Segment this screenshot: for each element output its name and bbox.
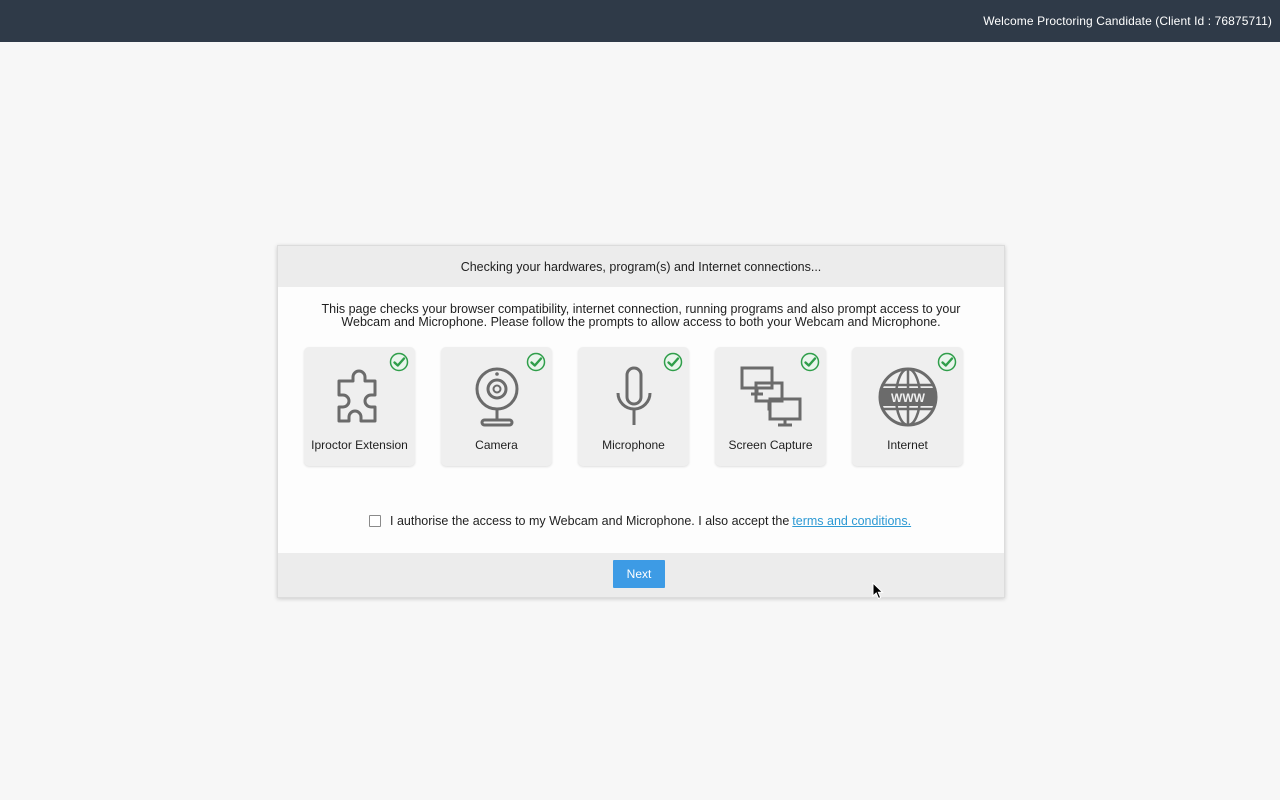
puzzle-icon [329,365,391,429]
screen-capture-icon [740,365,802,429]
consent-checkbox[interactable] [369,515,381,527]
next-button[interactable]: Next [613,560,665,588]
system-check-dialog: Checking your hardwares, program(s) and … [277,245,1005,598]
check-label: Internet [887,438,928,452]
check-card-internet: WWW Internet [852,347,963,466]
consent-text: I authorise the access to my Webcam and … [390,514,790,528]
intro-text: This page checks your browser compatibil… [298,303,984,329]
dialog-title: Checking your hardwares, program(s) and … [460,259,822,274]
consent-row: I authorise the access to my Webcam and … [369,514,911,528]
welcome-text: Welcome Proctoring Candidate (Client Id … [983,14,1272,28]
check-cards: Iproctor Extension Camera Microphone Scr… [304,347,964,466]
mouse-cursor-icon [872,582,884,600]
check-card-iproctor-extension: Iproctor Extension [304,347,415,466]
webcam-icon [466,365,528,429]
dialog-header: Checking your hardwares, program(s) and … [278,246,1004,287]
check-passed-icon [800,352,820,372]
microphone-icon [603,365,665,429]
intro-line-2: Webcam and Microphone. Please follow the… [341,315,941,329]
check-label: Iproctor Extension [311,438,408,452]
check-card-microphone: Microphone [578,347,689,466]
terms-link[interactable]: terms and conditions. [792,514,911,528]
top-header-bar: Welcome Proctoring Candidate (Client Id … [0,0,1280,42]
dialog-footer: Next [278,553,1004,597]
check-passed-icon [526,352,546,372]
check-label: Microphone [602,438,665,452]
check-label: Camera [475,438,518,452]
check-passed-icon [389,352,409,372]
check-passed-icon [937,352,957,372]
check-passed-icon [663,352,683,372]
check-label: Screen Capture [728,438,813,452]
globe-www-icon: WWW [877,365,939,429]
check-card-camera: Camera [441,347,552,466]
check-card-screen-capture: Screen Capture [715,347,826,466]
svg-text:WWW: WWW [891,391,926,405]
